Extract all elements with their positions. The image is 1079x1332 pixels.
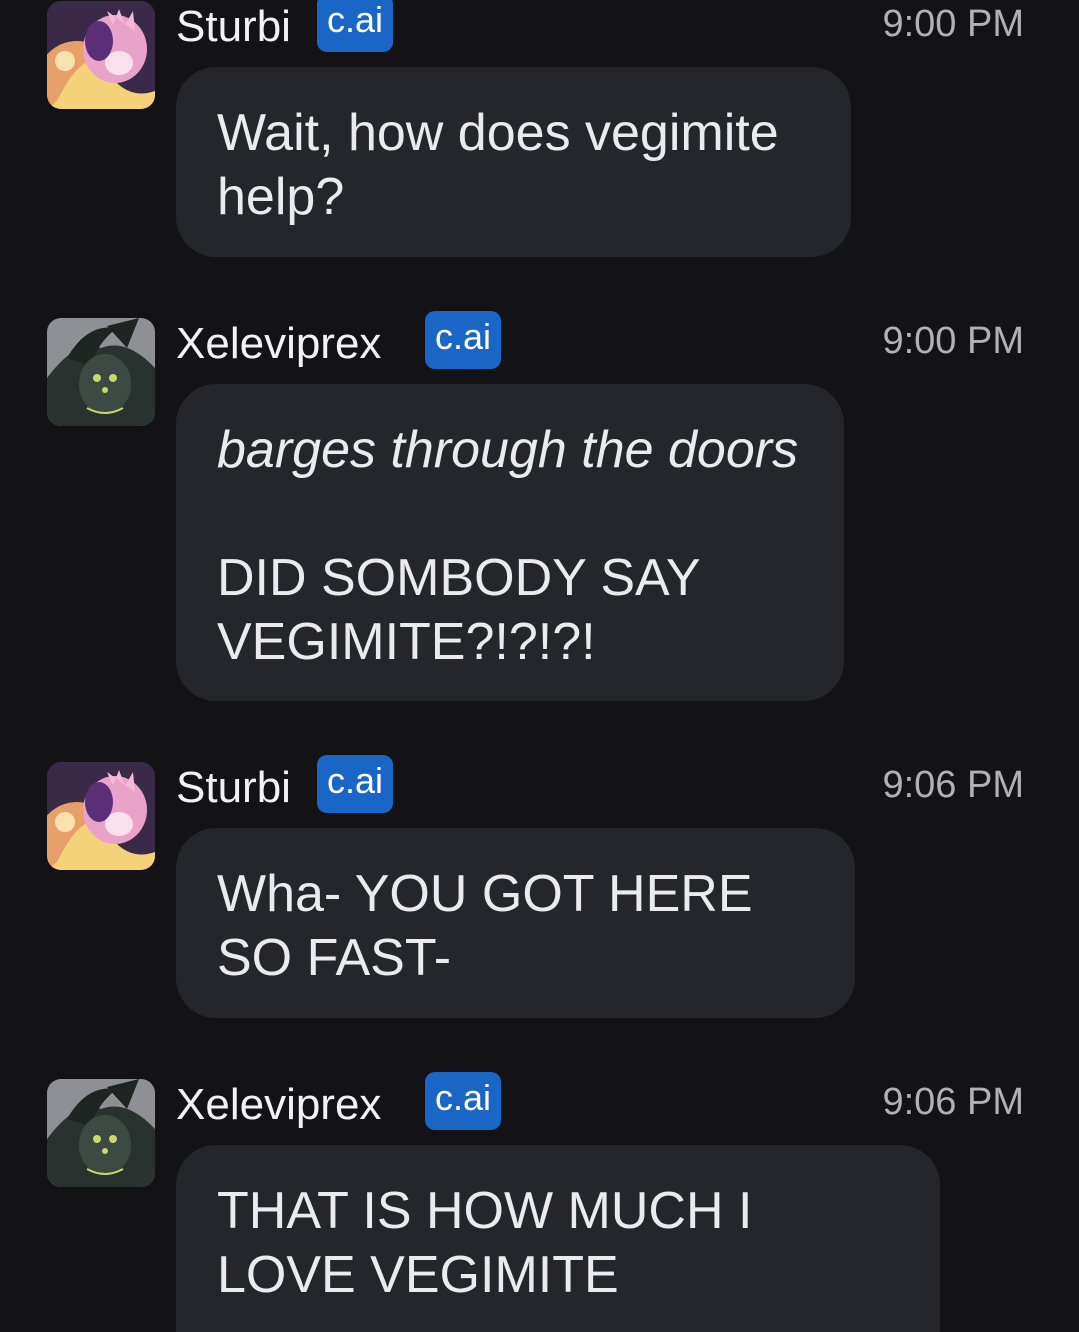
- sturbi-avatar-icon[interactable]: [47, 762, 155, 870]
- message-bubble[interactable]: Wha- YOU GOT HERE SO FAST-: [176, 828, 855, 1018]
- cai-badge: c.ai: [425, 1072, 502, 1130]
- message-text: Wait, how does vegimite help?: [217, 104, 779, 226]
- message-bubble[interactable]: THAT IS HOW MUCH I LOVE VEGIMITE: [176, 1145, 940, 1332]
- message-text: DID SOMBODY SAY VEGIMITE?!?!?!: [217, 549, 700, 671]
- message-text: THAT IS HOW MUCH I LOVE VEGIMITE: [217, 1182, 753, 1304]
- cai-badge: c.ai: [317, 755, 394, 813]
- sender-name: Xeleviprex: [176, 1080, 382, 1129]
- message-timestamp: 9:00 PM: [882, 3, 1024, 45]
- cai-badge: c.ai: [317, 0, 394, 52]
- sender-name: Sturbi: [176, 763, 291, 812]
- sturbi-avatar-icon[interactable]: [47, 1, 155, 109]
- message-timestamp: 9:06 PM: [882, 1081, 1024, 1123]
- message-timestamp: 9:00 PM: [882, 320, 1024, 362]
- message-bubble[interactable]: Wait, how does vegimite help?: [176, 67, 851, 257]
- sender-name: Xeleviprex: [176, 319, 382, 368]
- cai-badge: c.ai: [425, 311, 502, 369]
- message-bubble[interactable]: barges through the doors DID SOMBODY SAY…: [176, 384, 844, 701]
- message-text: Wha- YOU GOT HERE SO FAST-: [217, 865, 753, 987]
- xeleviprex-avatar-icon[interactable]: [47, 318, 155, 426]
- message-timestamp: 9:06 PM: [882, 764, 1024, 806]
- sender-name: Sturbi: [176, 2, 291, 51]
- xeleviprex-avatar-icon[interactable]: [47, 1079, 155, 1187]
- action-text: barges through the doors: [217, 421, 799, 479]
